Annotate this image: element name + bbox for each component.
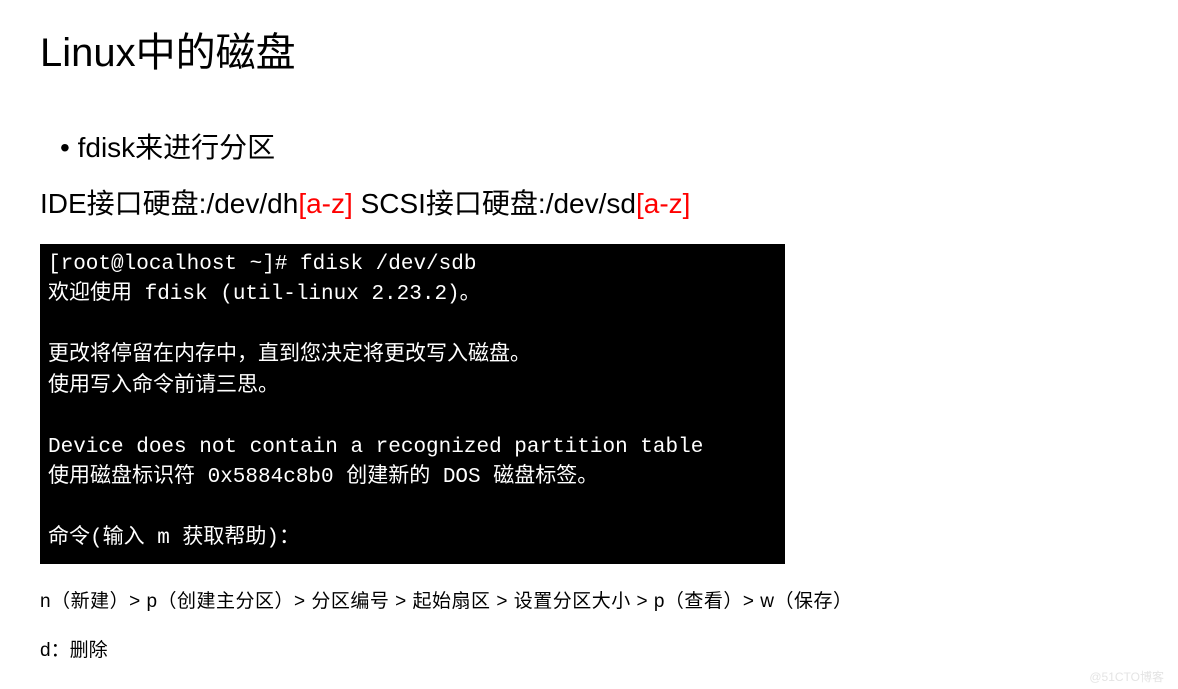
terminal-output: [root@localhost ~]# fdisk /dev/sdb 欢迎使用 … bbox=[40, 244, 785, 564]
fdisk-steps: n（新建）> p（创建主分区）> 分区编号 > 起始扇区 > 设置分区大小 > … bbox=[40, 586, 1178, 613]
delete-command: d：删除 bbox=[40, 635, 1178, 662]
scsi-prefix: SCSI接口硬盘:/dev/sd bbox=[361, 188, 636, 219]
ide-prefix: IDE接口硬盘:/dev/dh bbox=[40, 188, 298, 219]
watermark: @51CTO博客 bbox=[1089, 668, 1164, 685]
ide-range: [a-z] bbox=[298, 188, 352, 219]
device-paths-line: IDE接口硬盘:/dev/dh[a-z] SCSI接口硬盘:/dev/sd[a-… bbox=[40, 182, 1178, 222]
spacer bbox=[353, 188, 361, 219]
bullet-fdisk: fdisk来进行分区 bbox=[40, 126, 1178, 166]
page-title: Linux中的磁盘 bbox=[40, 20, 1178, 78]
scsi-range: [a-z] bbox=[636, 188, 690, 219]
